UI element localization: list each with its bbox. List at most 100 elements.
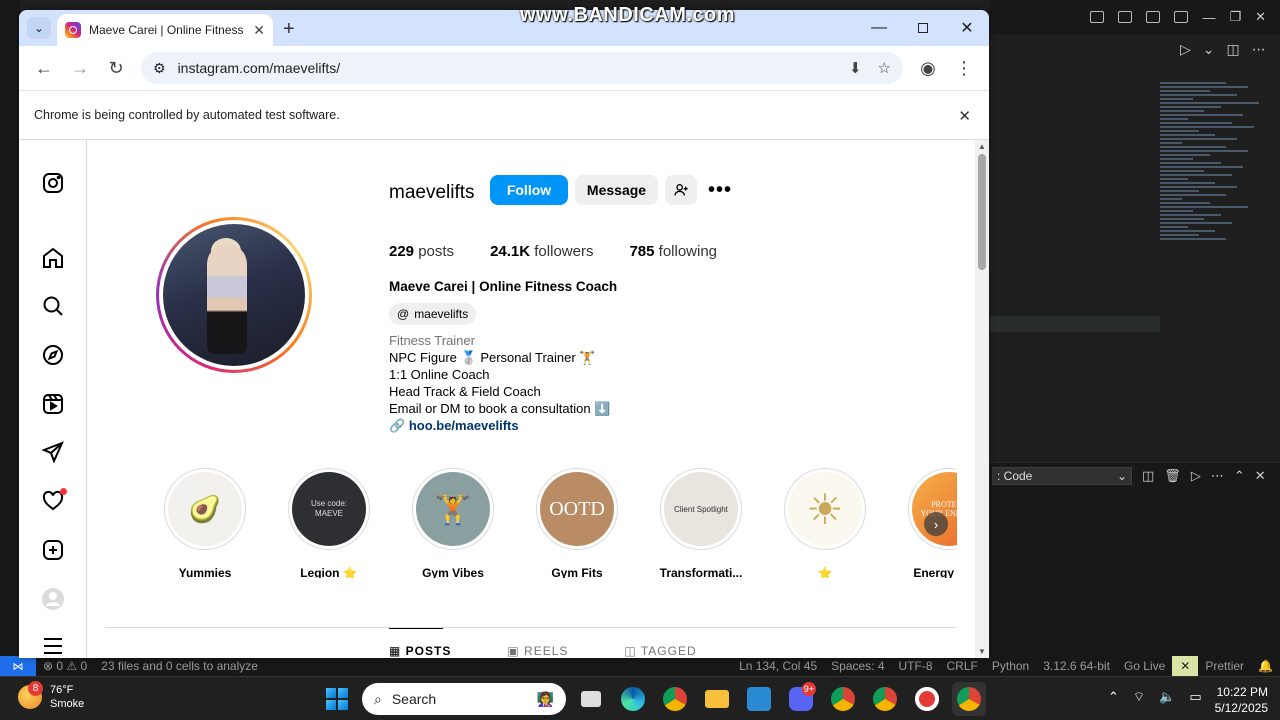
bookmark-star-icon[interactable]: ☆ xyxy=(878,59,891,77)
reload-button[interactable]: ↻ xyxy=(101,53,131,83)
menu-hamburger-icon[interactable] xyxy=(41,634,65,658)
tab-tagged[interactable]: ◫ TAGGED xyxy=(624,644,696,658)
wifi-icon[interactable]: ⌔ xyxy=(1133,689,1145,705)
reels-icon[interactable] xyxy=(41,392,65,416)
profile-picture[interactable] xyxy=(156,217,312,373)
python-version[interactable]: 3.12.6 64-bit xyxy=(1036,659,1117,673)
forward-button[interactable]: → xyxy=(65,53,95,83)
chrome-profile-icon[interactable] xyxy=(868,682,902,716)
highlight-item[interactable]: Client Spotlight Transformati... xyxy=(656,468,746,578)
page-scrollbar[interactable]: ▲ ▼ xyxy=(975,140,989,658)
infobar-close-icon[interactable]: ✕ xyxy=(958,107,971,125)
sidebar-toggle-icon[interactable] xyxy=(1118,11,1133,23)
cursor-position[interactable]: Ln 134, Col 45 xyxy=(732,659,824,673)
create-icon[interactable] xyxy=(41,538,65,562)
follow-button[interactable]: Follow xyxy=(490,175,568,205)
install-app-icon[interactable]: ⬇ xyxy=(849,59,862,77)
battery-icon[interactable]: ▭ xyxy=(1189,689,1201,705)
start-button[interactable] xyxy=(320,682,354,716)
highlight-item[interactable]: 🏋 Gym Vibes xyxy=(408,468,498,578)
task-view-icon[interactable] xyxy=(574,682,608,716)
following-count[interactable]: 785 following xyxy=(629,243,717,260)
ai-icon[interactable]: ✕ xyxy=(1172,656,1199,676)
address-bar[interactable]: ⚙ instagram.com/maevelifts/ ⬇ ☆ xyxy=(141,52,903,84)
tab-search-button[interactable]: ⌄ xyxy=(27,17,51,39)
bio-link[interactable]: hoo.be/maevelifts xyxy=(409,418,519,433)
suggested-users-button[interactable] xyxy=(665,175,697,205)
bandicam-record-icon[interactable] xyxy=(910,682,944,716)
remote-icon[interactable]: ⋈ xyxy=(0,656,36,676)
discord-icon[interactable]: 9+ xyxy=(784,682,818,716)
close-window-button[interactable]: ✕ xyxy=(945,10,989,46)
run-icon[interactable]: ▷ xyxy=(1191,468,1201,484)
output-channel-select[interactable]: : Code ⌄ xyxy=(992,467,1132,485)
maximize-button[interactable] xyxy=(901,10,945,46)
chevron-down-icon[interactable]: ⌄ xyxy=(1203,41,1215,58)
chrome-icon[interactable] xyxy=(658,682,692,716)
search-icon[interactable] xyxy=(41,294,65,318)
split-editor-icon[interactable]: ◫ xyxy=(1227,41,1240,58)
chrome-profile-icon[interactable] xyxy=(826,682,860,716)
more-icon[interactable]: ⋯ xyxy=(1252,41,1266,58)
vscode-minimize-icon[interactable]: — xyxy=(1202,10,1215,25)
highlight-item[interactable]: ☀ ⭐ xyxy=(780,468,870,578)
vscode-close-icon[interactable]: ✕ xyxy=(1255,9,1266,25)
followers-count[interactable]: 24.1K followers xyxy=(490,243,593,260)
infobar-message: Chrome is being controlled by automated … xyxy=(34,108,340,122)
chrome-menu-icon[interactable]: ⋮ xyxy=(949,53,979,83)
vscode-activity-bar xyxy=(0,0,20,660)
highlight-item[interactable]: OOTD Gym Fits xyxy=(532,468,622,578)
highlight-item[interactable]: 🥑 Yummies xyxy=(160,468,250,578)
tab-posts[interactable]: ▦ POSTS xyxy=(389,628,451,658)
more-options-button[interactable]: ••• xyxy=(707,175,733,205)
close-tab-icon[interactable]: ✕ xyxy=(253,22,265,39)
taskbar-clock[interactable]: 10:22 PM 5/12/2025 xyxy=(1208,684,1268,716)
instagram-logo-icon[interactable] xyxy=(41,171,65,195)
file-explorer-icon[interactable] xyxy=(700,682,734,716)
tab-reels[interactable]: ▣ REELS xyxy=(507,644,568,658)
profile-avatar-icon[interactable] xyxy=(41,587,65,611)
prettier[interactable]: Prettier xyxy=(1198,659,1251,673)
trash-icon[interactable]: 🗑 xyxy=(1164,468,1181,484)
highlight-item[interactable]: Use code: MAEVE Legion ⭐ xyxy=(284,468,374,578)
secondary-sidebar-icon[interactable] xyxy=(1174,11,1189,23)
back-button[interactable]: ← xyxy=(29,53,59,83)
browser-tab[interactable]: Maeve Carei | Online Fitness Co ✕ xyxy=(57,14,273,46)
panel-toggle-icon[interactable] xyxy=(1146,11,1161,23)
language-mode[interactable]: Python xyxy=(985,659,1036,673)
indentation[interactable]: Spaces: 4 xyxy=(824,659,891,673)
message-button[interactable]: Message xyxy=(575,175,658,205)
notifications-heart-icon[interactable] xyxy=(41,488,67,513)
go-live[interactable]: Go Live xyxy=(1117,659,1172,673)
explore-icon[interactable] xyxy=(41,343,65,367)
vscode-restore-icon[interactable]: ❐ xyxy=(1229,9,1241,25)
highlights-next-button[interactable]: › xyxy=(924,512,948,536)
volume-icon[interactable]: 🔈 xyxy=(1159,689,1175,705)
scrollbar-thumb[interactable] xyxy=(978,154,986,270)
more-icon[interactable]: ⋯ xyxy=(1211,468,1224,484)
profile-icon[interactable]: ◉ xyxy=(913,53,943,83)
edge-icon[interactable] xyxy=(616,682,650,716)
encoding[interactable]: UTF-8 xyxy=(892,659,940,673)
new-tab-button[interactable]: + xyxy=(283,18,295,41)
messages-icon[interactable] xyxy=(41,440,65,464)
close-panel-icon[interactable]: ✕ xyxy=(1255,468,1266,484)
run-icon[interactable]: ▷ xyxy=(1180,41,1191,58)
minimize-button[interactable]: — xyxy=(857,10,901,46)
chevron-up-icon[interactable]: ⌃ xyxy=(1108,689,1119,705)
home-icon[interactable] xyxy=(41,246,65,270)
site-info-icon[interactable]: ⚙ xyxy=(153,60,166,77)
weather-condition: Smoke xyxy=(50,698,85,710)
maximize-panel-icon[interactable]: ⌃ xyxy=(1234,468,1245,484)
vscode-icon[interactable] xyxy=(742,682,776,716)
weather-widget[interactable]: 8 76°F Smoke xyxy=(18,681,85,711)
analysis-status[interactable]: 23 files and 0 cells to analyze xyxy=(94,659,265,673)
split-icon[interactable]: ◫ xyxy=(1142,468,1154,484)
taskbar-search[interactable]: ⌕ Search 👩‍🏫 xyxy=(362,683,566,715)
line-ending[interactable]: CRLF xyxy=(940,659,985,673)
threads-badge[interactable]: @ maevelifts xyxy=(389,303,477,325)
problems-indicator[interactable]: ⊗ 0 ⚠ 0 xyxy=(36,659,94,673)
layout-icon[interactable] xyxy=(1090,11,1105,23)
notifications-icon[interactable]: 🔔 xyxy=(1251,659,1280,673)
chrome-active-icon[interactable] xyxy=(952,682,986,716)
